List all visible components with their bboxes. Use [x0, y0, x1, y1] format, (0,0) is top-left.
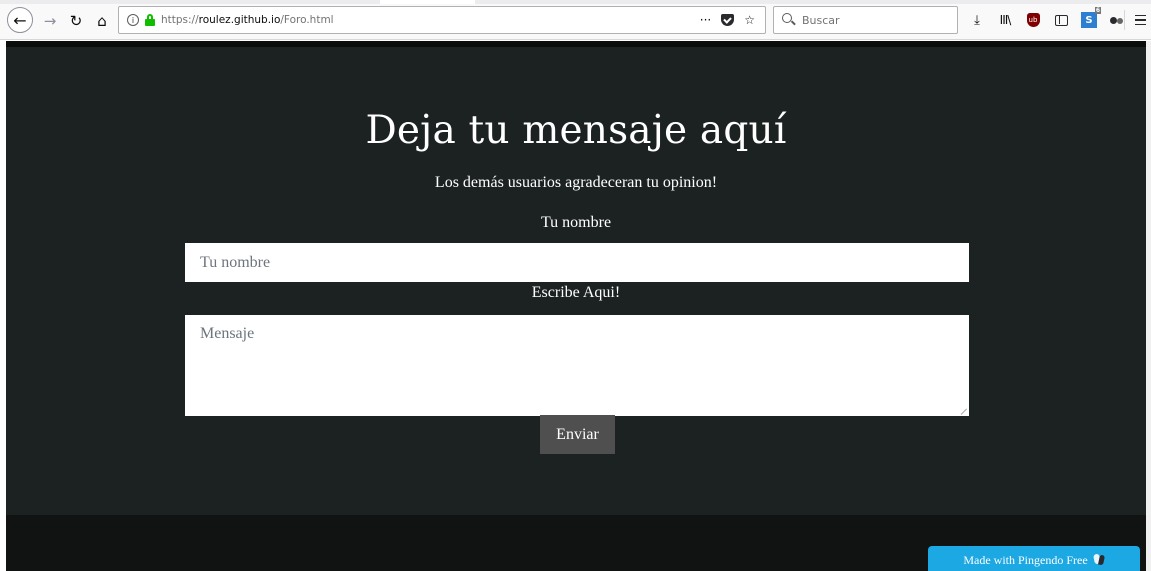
page-top-bar: [6, 41, 1146, 47]
name-input[interactable]: [185, 243, 969, 282]
active-tab-indicator[interactable]: [380, 0, 475, 4]
message-label: Escribe Aqui!: [531, 284, 621, 301]
message-textarea[interactable]: [185, 315, 969, 416]
home-icon[interactable]: ⌂: [92, 9, 112, 33]
download-icon[interactable]: ⤓: [965, 8, 989, 32]
toolbar-separator: [1124, 10, 1125, 30]
reload-icon[interactable]: ↻: [66, 9, 86, 33]
url-host: roulez.github.io: [198, 14, 281, 26]
url-path: /Foro.html: [280, 14, 334, 26]
sidebar-icon[interactable]: [1049, 8, 1073, 32]
resize-grip-icon[interactable]: [961, 408, 968, 415]
extension-badge: 6: [1094, 7, 1101, 14]
more-icon[interactable]: ···: [700, 13, 711, 27]
url-scheme: https://: [161, 14, 199, 26]
search-bar[interactable]: Buscar: [773, 6, 958, 34]
name-label: Tu nombre: [540, 214, 612, 231]
address-bar[interactable]: i https://roulez.github.io/Foro.html ···…: [118, 6, 766, 34]
page-title: Deja tu mensaje aquí: [365, 108, 787, 153]
pingendo-logo-icon: [1094, 554, 1105, 566]
lock-icon[interactable]: [145, 14, 155, 26]
send-button[interactable]: Enviar: [540, 415, 615, 454]
extension-icon[interactable]: [1105, 8, 1129, 32]
ublock-icon[interactable]: ub: [1021, 8, 1045, 32]
url-text[interactable]: https://roulez.github.io/Foro.html: [161, 14, 334, 26]
pocket-icon[interactable]: [721, 14, 735, 26]
scrollbar[interactable]: [1146, 41, 1151, 571]
page-subtitle: Los demás usuarios agradeceran tu opinio…: [434, 174, 718, 191]
extension-s-icon[interactable]: S6: [1077, 7, 1101, 32]
back-arrow-icon[interactable]: ←: [7, 7, 33, 33]
tab-strip: [0, 0, 1151, 4]
search-placeholder: Buscar: [802, 13, 840, 27]
search-icon: [782, 13, 796, 27]
pingendo-badge[interactable]: Made with Pingendo Free: [928, 546, 1140, 571]
page-viewport: Deja tu mensaje aquí Los demás usuarios …: [6, 41, 1146, 571]
star-icon[interactable]: ☆: [744, 13, 755, 27]
info-icon[interactable]: i: [127, 14, 139, 26]
badge-text: Made with Pingendo Free: [963, 552, 1088, 567]
browser-toolbar: ← → ↻ ⌂ i https://roulez.github.io/Foro.…: [0, 0, 1151, 40]
forward-arrow-icon[interactable]: →: [40, 9, 60, 33]
hamburger-menu-icon[interactable]: [1130, 8, 1150, 32]
library-icon[interactable]: III\: [993, 8, 1017, 32]
